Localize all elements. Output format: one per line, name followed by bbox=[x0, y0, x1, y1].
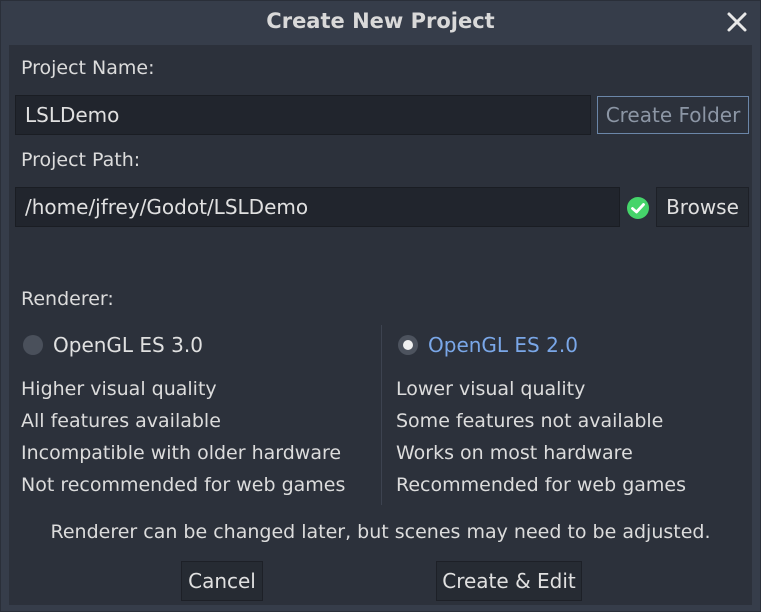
project-name-label: Project Name: bbox=[21, 57, 155, 79]
radio-button-checked-icon bbox=[398, 335, 418, 355]
create-folder-button[interactable]: Create Folder bbox=[597, 96, 749, 134]
es2-feature: Some features not available bbox=[396, 410, 664, 432]
project-path-value: /home/jfrey/Godot/LSLDemo bbox=[25, 195, 309, 219]
renderer-note: Renderer can be changed later, but scene… bbox=[50, 521, 711, 543]
es3-feature: Not recommended for web games bbox=[21, 474, 346, 496]
radio-button-icon bbox=[23, 335, 43, 355]
create-project-dialog: Create New Project Project Name: LSLDemo… bbox=[0, 0, 761, 612]
radio-opengl-es2-label: OpenGL ES 2.0 bbox=[428, 333, 578, 357]
radio-opengl-es3-label: OpenGL ES 3.0 bbox=[53, 333, 203, 357]
es2-feature: Works on most hardware bbox=[396, 442, 633, 464]
es3-feature: All features available bbox=[21, 410, 221, 432]
es3-feature: Higher visual quality bbox=[21, 378, 217, 400]
browse-button[interactable]: Browse bbox=[656, 187, 749, 227]
renderer-label: Renderer: bbox=[21, 288, 114, 310]
radio-opengl-es2[interactable]: OpenGL ES 2.0 bbox=[398, 330, 578, 360]
check-circle-icon bbox=[626, 196, 650, 220]
column-divider bbox=[381, 325, 382, 505]
es3-feature: Incompatible with older hardware bbox=[21, 442, 342, 464]
dialog-titlebar: Create New Project bbox=[1, 1, 760, 45]
project-path-input[interactable]: /home/jfrey/Godot/LSLDemo bbox=[15, 187, 620, 227]
es2-feature: Lower visual quality bbox=[396, 378, 586, 400]
es2-feature: Recommended for web games bbox=[396, 474, 687, 496]
create-and-edit-button[interactable]: Create & Edit bbox=[436, 561, 582, 601]
cancel-button[interactable]: Cancel bbox=[181, 561, 263, 601]
close-icon[interactable] bbox=[724, 9, 750, 35]
project-path-label: Project Path: bbox=[21, 149, 141, 171]
radio-opengl-es3[interactable]: OpenGL ES 3.0 bbox=[23, 330, 203, 360]
dialog-content: Project Name: LSLDemo Create Folder Proj… bbox=[9, 45, 752, 605]
project-name-value: LSLDemo bbox=[25, 103, 120, 127]
dialog-title: Create New Project bbox=[266, 9, 495, 33]
project-name-input[interactable]: LSLDemo bbox=[15, 95, 591, 135]
